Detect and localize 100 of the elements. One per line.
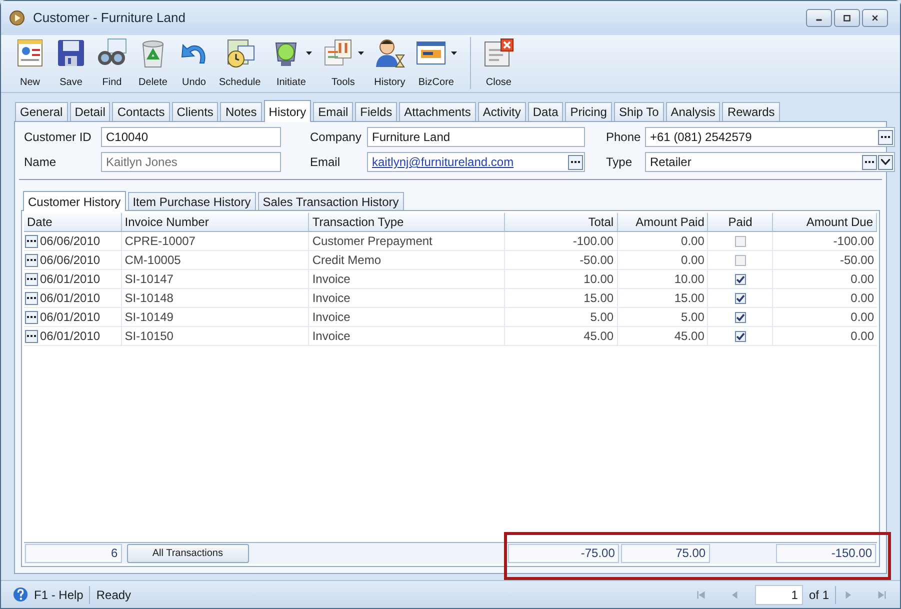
email-link[interactable]: kaitlynj@furnitureland.com <box>372 153 567 171</box>
column-header[interactable]: Amount Paid <box>618 213 708 231</box>
checkbox[interactable] <box>734 254 746 266</box>
close-window-icon <box>482 37 515 69</box>
toolbar-button[interactable]: Close <box>470 37 518 89</box>
tab[interactable]: General <box>15 102 68 121</box>
tab[interactable]: History <box>264 100 312 122</box>
table-cell: -100.00 <box>504 232 618 250</box>
ellipsis-button[interactable] <box>862 154 877 170</box>
app-icon[interactable] <box>9 10 25 26</box>
dropdown-arrow-icon[interactable] <box>356 49 365 57</box>
toolbar-button[interactable]: New <box>11 37 49 89</box>
phone-field[interactable]: +61 (081) 2542579 <box>645 127 895 147</box>
ellipsis-button[interactable] <box>25 292 38 304</box>
ellipsis-button[interactable] <box>568 154 583 170</box>
tab[interactable]: Fields <box>355 102 398 121</box>
ellipsis-button[interactable] <box>25 254 38 266</box>
summary-cell: -75.00 <box>508 544 619 563</box>
tab[interactable]: Customer History <box>23 191 126 211</box>
table-cell: Credit Memo <box>309 251 505 269</box>
checkbox[interactable] <box>734 312 746 322</box>
checkbox[interactable] <box>734 330 746 342</box>
tab[interactable]: Clients <box>172 102 218 121</box>
ellipsis-icon <box>27 296 36 300</box>
tab[interactable]: Data <box>528 102 564 121</box>
column-header[interactable]: Transaction Type <box>309 213 505 231</box>
field-label: Company <box>309 129 362 146</box>
email-field[interactable]: kaitlynj@furnitureland.com <box>367 152 585 172</box>
help-link[interactable]: F1 - Help <box>34 586 90 604</box>
ellipsis-button[interactable] <box>25 310 38 324</box>
chevron-down-icon <box>881 159 890 165</box>
table-cell-text: 06/01/2010 <box>40 290 100 307</box>
company-field[interactable]: Furniture Land <box>367 127 585 147</box>
table-cell: Customer Prepayment <box>309 232 505 250</box>
minimize-icon <box>816 19 822 21</box>
column-header[interactable]: Total <box>504 213 618 231</box>
toolbar-button[interactable]: BizCore <box>412 37 461 89</box>
toolbar-button[interactable]: Undo <box>175 37 213 89</box>
ellipsis-icon <box>571 160 580 164</box>
column-header[interactable]: Invoice Number <box>122 213 310 231</box>
tab[interactable]: Pricing <box>565 102 612 121</box>
toolbar-button[interactable]: History <box>370 37 409 89</box>
tab[interactable]: Item Purchase History <box>128 192 256 210</box>
table-cell: 10.00 <box>504 270 618 288</box>
column-header[interactable]: Date <box>24 213 122 231</box>
table-cell: Invoice <box>309 270 505 288</box>
table-cell-text: 06/01/2010 <box>40 309 100 326</box>
table-cell: 5.00 <box>504 308 618 326</box>
toolbar-button[interactable]: Save <box>52 37 90 89</box>
toolbar-button[interactable]: Tools <box>318 37 368 89</box>
tab[interactable]: Contacts <box>112 102 170 121</box>
tab[interactable]: Rewards <box>722 102 780 121</box>
ellipsis-button[interactable] <box>25 272 38 286</box>
checkbox[interactable] <box>734 236 746 246</box>
table-cell-text: 0.00 <box>850 271 875 288</box>
column-header[interactable]: Amount Due <box>773 213 878 231</box>
name-field[interactable]: Kaitlyn Jones <box>101 152 281 172</box>
dropdown-arrow-icon[interactable] <box>450 49 458 57</box>
field-label: Customer ID <box>23 129 92 146</box>
table-cell: 15.00 <box>618 289 708 307</box>
ellipsis-icon <box>881 136 890 138</box>
maximize-button[interactable] <box>834 9 860 27</box>
dropdown-button[interactable] <box>878 154 893 170</box>
toolbar-button[interactable]: Delete <box>134 37 172 89</box>
tab[interactable]: Detail <box>70 102 110 121</box>
ellipsis-button[interactable] <box>878 130 893 144</box>
minimize-button[interactable] <box>806 9 832 27</box>
ellipsis-icon <box>27 316 36 318</box>
checkbox[interactable] <box>734 274 746 284</box>
tab[interactable]: Sales Transaction History <box>258 192 404 210</box>
table-cell-text: 06/06/2010 <box>40 233 100 250</box>
tab[interactable]: Analysis <box>666 102 720 121</box>
close-button[interactable] <box>862 9 888 27</box>
type-dropdown[interactable]: Retailer <box>645 152 895 172</box>
toolbar-button[interactable]: Schedule <box>216 37 264 89</box>
all-transactions-button[interactable]: All Transactions <box>126 544 249 563</box>
ellipsis-icon <box>27 278 36 280</box>
table-cell-text: 0.00 <box>850 328 875 345</box>
checkmark-icon <box>736 294 745 302</box>
ellipsis-icon <box>27 258 36 262</box>
table-cell: 15.00 <box>504 289 618 307</box>
toolbar-button[interactable]: Initiate <box>266 37 316 89</box>
tab[interactable]: Notes <box>220 102 262 121</box>
dropdown-arrow-icon[interactable] <box>304 49 313 57</box>
toolbar-button[interactable]: Find <box>93 37 131 89</box>
table-cell: 5.00 <box>618 308 708 326</box>
tab[interactable]: Activity <box>478 102 526 121</box>
table-cell: Invoice <box>309 308 505 326</box>
tab[interactable]: Ship To <box>614 102 664 121</box>
checkbox[interactable] <box>734 292 746 304</box>
column-header[interactable]: Paid <box>708 213 774 231</box>
help-icon[interactable] <box>13 587 28 602</box>
table-cell: CPRE-10007 <box>122 232 310 250</box>
table-cell-text: -50.00 <box>838 252 875 269</box>
ellipsis-button[interactable] <box>25 330 38 342</box>
tab[interactable]: Attachments <box>399 102 476 121</box>
page-number-field[interactable]: 1 <box>754 584 803 604</box>
customer-id-field[interactable]: C10040 <box>101 127 281 147</box>
tab[interactable]: Email <box>313 102 354 121</box>
ellipsis-button[interactable] <box>25 234 38 248</box>
